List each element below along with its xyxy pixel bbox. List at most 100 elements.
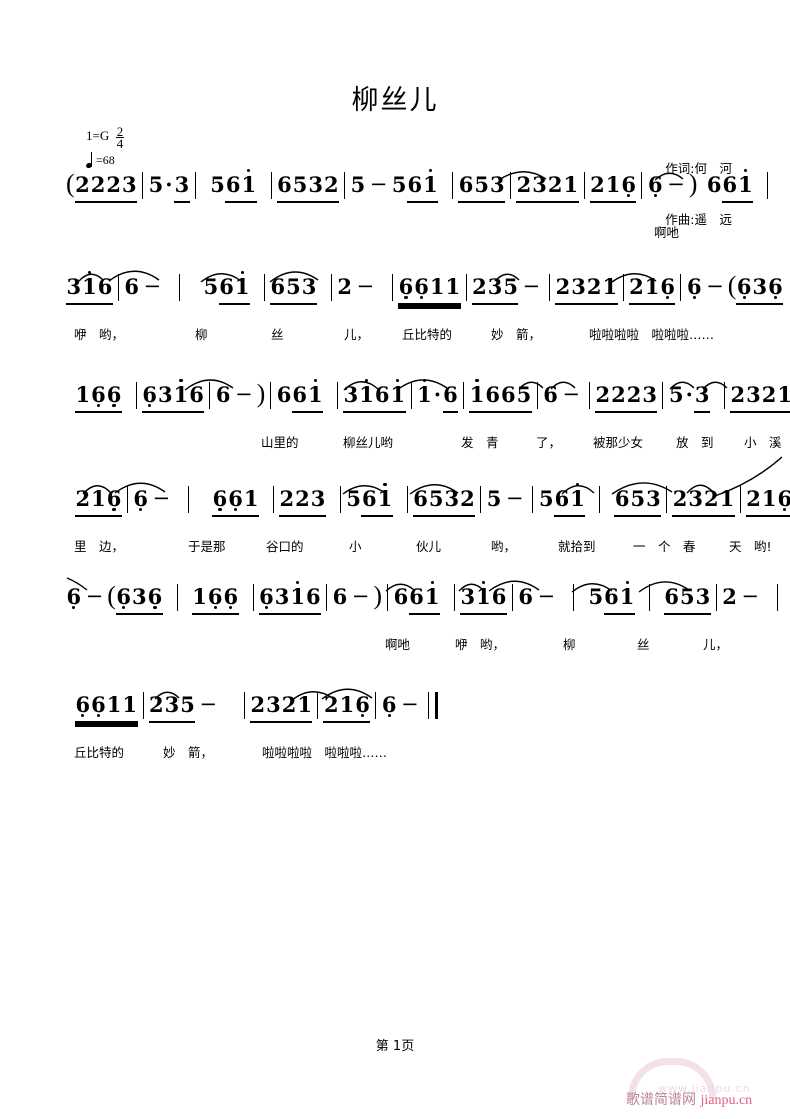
note-group: 561 [538,483,585,530]
note-group: 561 [391,169,438,216]
barline [452,172,454,199]
note-group: 216 [590,170,637,216]
note-group: 235− [149,690,221,736]
barline [339,486,341,513]
note-group: 2− [337,274,375,299]
barline [406,486,408,513]
note-group: 166 [192,582,239,628]
repeat-open-paren: ( [107,581,116,610]
note-group: 6− [518,584,556,609]
lyric-syllable: 柳 [195,327,208,342]
page-title: 柳丝儿 [351,85,439,116]
notation-row: 216 6− 661 223 561 6532 5− 561 653 2321 … [66,456,790,536]
barline [767,172,769,199]
lyric-syllable: 丝 [271,327,284,342]
barline [344,172,346,199]
repeat-close-paren: ) [256,379,266,408]
lyrics-row: 咿 哟， 柳 丝 儿， 丘比特的 妙 箭， 啦啦啦啦 啦啦啦…… [66,324,726,346]
note-group: 561 [346,483,393,530]
barline [330,274,332,301]
note-group: 561 [588,581,635,628]
barline [465,274,467,301]
lyric-syllable: 哟， [491,539,517,554]
lyric-syllable: 啊吔 [385,637,411,652]
music-system-4: 216 6− 661 223 561 6532 5− 561 653 2321 … [66,456,790,584]
barline [375,692,377,719]
note-group: 661 [276,379,323,426]
barline [243,692,245,719]
repeat-close-paren: ) [688,169,698,198]
note-group: 2− [722,584,760,609]
note-group: 6− [332,584,370,609]
barline [662,382,664,409]
barline [622,274,624,301]
watermark-site-en: jianpu.cn [700,1093,753,1108]
note-group: 166 [75,380,122,426]
note-group: 216 [75,484,122,530]
lyric-syllable: 里 边， [74,539,125,554]
lyric-syllable: 天 哟! [729,539,772,554]
note-group: 6− [381,690,422,736]
note-group: 216 [629,272,676,318]
lyrics-row: 啊吔 [66,222,726,244]
barline [715,584,717,611]
lyric-syllable: 就拾到 [558,539,596,554]
music-system-3: 166 6316 6− ) 661 3161 1·6 1665 6− 2223 … [66,379,790,480]
lyric-syllable: 于是那 [188,539,226,554]
lyric-syllable: 丘比特的 [402,327,453,342]
lyric-syllable: 丘比特的 [74,745,125,760]
music-system-5: 6− ( 636 166 6316 6− ) 661 316 6− 561 65… [66,577,779,682]
music-system-1: ( 2223 5·3 561 6532 5− 561 653 2321 216 … [66,169,769,270]
lyrics-row: 山里的 柳丝儿哟 发 青 了， 被那少女 放 到 小 溪 [66,432,782,454]
watermark-site-cn: 歌谱简谱网 [626,1092,696,1108]
lyric-syllable: 儿， [344,327,370,342]
notation-row: ( 2223 5·3 561 6532 5− 561 653 2321 216 … [66,169,769,222]
note-group: 5·3 [148,170,190,216]
note-group: 653 [458,170,505,216]
note-group: 2321 [672,484,735,530]
barline [142,692,144,719]
barline [480,486,482,513]
lyric-syllable: 山里的 [261,435,299,450]
barline [179,274,181,301]
note-group: 661 [393,581,440,628]
watermark-label: 歌谱简谱网 jianpu.cn [626,1089,752,1109]
meter-numerator: 2 [116,124,124,139]
time-signature: 2 4 [116,124,124,150]
lyric-syllable: 放 到 [676,435,714,450]
note-group: 6− [543,382,580,407]
final-barline [427,692,438,719]
barline [583,172,585,199]
barline [680,274,682,301]
note-group: 561 [210,169,257,216]
barline [410,382,412,409]
barline [263,274,265,301]
note-group: 6− [215,382,253,407]
barline [337,382,339,409]
barline [510,172,512,199]
lyric-syllable: 妙 箭， [163,745,214,760]
note-group: 6− [124,274,162,299]
music-system-6: 6611 235− 2321 216 6− 丘比特的 妙 箭， 啦啦啦啦 啦啦啦… [66,688,726,790]
note-group: 653 [614,484,661,530]
note-group: 6− [133,484,174,530]
note-group: 6532 [277,170,340,216]
note-group: 6611 [398,272,461,318]
note-group: 2223 [595,380,658,426]
notation-row: 6611 235− 2321 216 6− [66,688,726,742]
lyric-syllable: 啦啦啦啦 啦啦啦…… [589,327,715,342]
note-group: 316 [66,271,113,318]
watermark: www.jianpu.cn 歌谱简谱网 jianpu.cn [624,1058,784,1115]
lyrics-row: 里 边， 于是那 谷口的 小 伙儿 哟， 就拾到 一 个 春 天 哟! [66,536,772,558]
note-group: 6− [686,272,727,318]
barline [194,172,196,199]
lyrics-row: 啊吔 咿 哟， 柳 丝 儿， [66,634,728,656]
barline [599,486,601,513]
notation-row: 6− ( 636 166 6316 6− ) 661 316 6− 561 65… [66,577,779,634]
barline [209,382,211,409]
note-group: 6− [66,582,107,628]
note-group: 6316 [259,581,322,628]
note-group: 223 [279,484,326,530]
lyric-syllable: 咿 哟， [455,637,506,652]
lyric-syllable: 小 溪 [744,435,782,450]
